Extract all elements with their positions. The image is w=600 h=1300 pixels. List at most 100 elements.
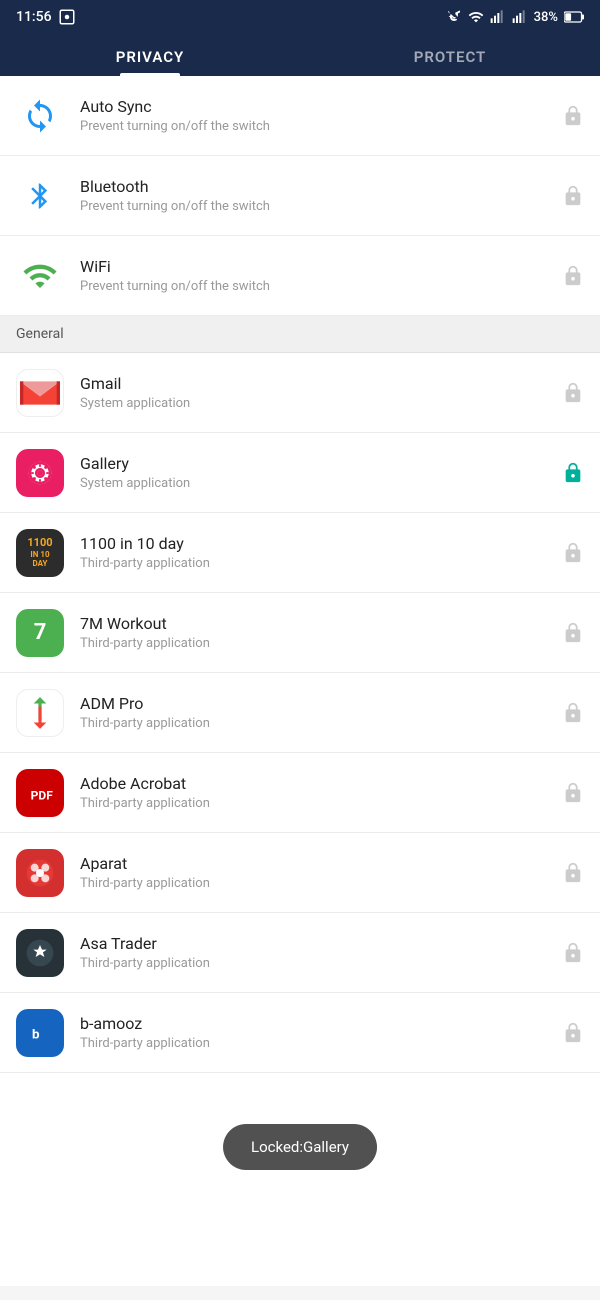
list-item-asatrader[interactable]: Asa Trader Third-party application <box>0 913 600 993</box>
7m-text: 7M Workout Third-party application <box>80 614 562 651</box>
bamooz-text: b-amooz Third-party application <box>80 1014 562 1051</box>
gmail-lock-icon <box>562 382 584 404</box>
list-item-aparat[interactable]: Aparat Third-party application <box>0 833 600 913</box>
adobe-svg: PDF <box>24 777 56 809</box>
asatrader-subtitle: Third-party application <box>80 956 562 971</box>
7m-title: 7M Workout <box>80 614 562 633</box>
svg-text:PDF: PDF <box>31 788 54 802</box>
asatrader-icon <box>16 929 64 977</box>
list-item-gallery[interactable]: Gallery System application <box>0 433 600 513</box>
asatrader-title: Asa Trader <box>80 934 562 953</box>
list-item-adm[interactable]: ADM Pro Third-party application <box>0 673 600 753</box>
autosync-subtitle: Prevent turning on/off the switch <box>80 119 562 134</box>
gmail-subtitle: System application <box>80 396 562 411</box>
list-item-gmail[interactable]: Gmail System application <box>0 353 600 433</box>
status-left: 11:56 <box>16 8 76 26</box>
wifi-svg <box>22 258 58 294</box>
gallery-svg <box>25 458 55 488</box>
tab-bar: PRIVACY PROTECT <box>0 34 600 76</box>
gmail-svg <box>20 378 60 408</box>
bluetooth-lock-icon <box>562 185 584 207</box>
7m-icon: 7 <box>16 609 64 657</box>
bluetooth-svg <box>25 181 55 211</box>
content-area: Auto Sync Prevent turning on/off the swi… <box>0 76 600 1286</box>
bamooz-svg: b <box>24 1017 56 1049</box>
aparat-icon <box>16 849 64 897</box>
status-bar: 11:56 38% <box>0 0 600 34</box>
adm-subtitle: Third-party application <box>80 716 562 731</box>
list-item-1100[interactable]: 1100 IN 10 DAY 1100 in 10 day Third-part… <box>0 513 600 593</box>
wifi-subtitle: Prevent turning on/off the switch <box>80 279 562 294</box>
1100-text: 1100 in 10 day Third-party application <box>80 534 562 571</box>
svg-text:b: b <box>32 1027 40 1042</box>
signal2-icon <box>512 9 528 25</box>
list-item-7m[interactable]: 7 7M Workout Third-party application <box>0 593 600 673</box>
aparat-text: Aparat Third-party application <box>80 854 562 891</box>
autosync-svg <box>22 98 58 134</box>
adm-svg <box>21 694 59 732</box>
toast-locked-gallery: Locked:Gallery <box>223 1124 377 1170</box>
1100-title: 1100 in 10 day <box>80 534 562 553</box>
autosync-title: Auto Sync <box>80 97 562 116</box>
list-item-bamooz[interactable]: b b-amooz Third-party application <box>0 993 600 1073</box>
gallery-title: Gallery <box>80 454 562 473</box>
list-item-adobe[interactable]: PDF Adobe Acrobat Third-party applicatio… <box>0 753 600 833</box>
screenshot-icon <box>58 8 76 26</box>
wifi-title: WiFi <box>80 257 562 276</box>
autosync-lock-icon <box>562 105 584 127</box>
wifi-status-icon <box>468 9 484 25</box>
bluetooth-subtitle: Prevent turning on/off the switch <box>80 199 562 214</box>
gallery-icon <box>16 449 64 497</box>
autosync-text: Auto Sync Prevent turning on/off the swi… <box>80 97 562 134</box>
asatrader-text: Asa Trader Third-party application <box>80 934 562 971</box>
list-item-autosync[interactable]: Auto Sync Prevent turning on/off the swi… <box>0 76 600 156</box>
gallery-subtitle: System application <box>80 476 562 491</box>
wifi-app-icon <box>16 252 64 300</box>
bluetooth-icon <box>16 172 64 220</box>
mute-icon <box>446 9 462 25</box>
list-item-bluetooth[interactable]: Bluetooth Prevent turning on/off the swi… <box>0 156 600 236</box>
asatrader-svg <box>24 937 56 969</box>
bamooz-lock-icon <box>562 1022 584 1044</box>
aparat-subtitle: Third-party application <box>80 876 562 891</box>
battery-icon <box>564 11 584 23</box>
gmail-title: Gmail <box>80 374 562 393</box>
bamooz-subtitle: Third-party application <box>80 1036 562 1051</box>
wifi-lock-icon <box>562 265 584 287</box>
tab-protect[interactable]: PROTECT <box>300 34 600 76</box>
gmail-text: Gmail System application <box>80 374 562 411</box>
gallery-lock-icon <box>562 462 584 484</box>
bamooz-icon: b <box>16 1009 64 1057</box>
aparat-svg <box>24 857 56 889</box>
adm-text: ADM Pro Third-party application <box>80 694 562 731</box>
adobe-lock-icon <box>562 782 584 804</box>
adobe-subtitle: Third-party application <box>80 796 562 811</box>
battery-level: 38% <box>534 10 558 25</box>
time: 11:56 <box>16 9 52 25</box>
gmail-icon <box>16 369 64 417</box>
bluetooth-title: Bluetooth <box>80 177 562 196</box>
aparat-lock-icon <box>562 862 584 884</box>
bluetooth-text: Bluetooth Prevent turning on/off the swi… <box>80 177 562 214</box>
section-header-general: General <box>0 316 600 353</box>
asatrader-lock-icon <box>562 942 584 964</box>
status-right: 38% <box>446 9 584 25</box>
1100-subtitle: Third-party application <box>80 556 562 571</box>
1100-lock-icon <box>562 542 584 564</box>
gallery-text: Gallery System application <box>80 454 562 491</box>
tab-privacy[interactable]: PRIVACY <box>0 34 300 76</box>
adm-lock-icon <box>562 702 584 724</box>
adobe-icon: PDF <box>16 769 64 817</box>
autosync-icon <box>16 92 64 140</box>
list-item-wifi[interactable]: WiFi Prevent turning on/off the switch <box>0 236 600 316</box>
adm-title: ADM Pro <box>80 694 562 713</box>
1100-icon: 1100 IN 10 DAY <box>16 529 64 577</box>
7m-subtitle: Third-party application <box>80 636 562 651</box>
wifi-text: WiFi Prevent turning on/off the switch <box>80 257 562 294</box>
signal-icon <box>490 9 506 25</box>
adm-icon <box>16 689 64 737</box>
7m-lock-icon <box>562 622 584 644</box>
aparat-title: Aparat <box>80 854 562 873</box>
adobe-text: Adobe Acrobat Third-party application <box>80 774 562 811</box>
bamooz-title: b-amooz <box>80 1014 562 1033</box>
